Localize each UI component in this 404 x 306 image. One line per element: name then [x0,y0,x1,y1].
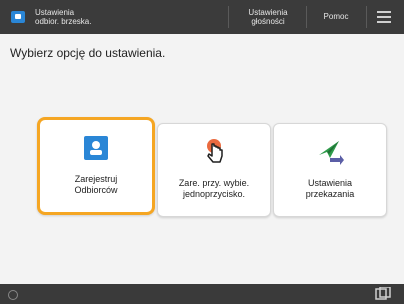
separator [306,6,307,28]
separator [228,6,229,28]
top-bar: Ustawienia odbior. brzeska. Ustawienia g… [0,0,404,34]
status-icon [8,290,18,300]
forwarding-settings-button[interactable]: Ustawienia przekazania [273,123,387,217]
bottom-bar [0,284,404,304]
separator [366,6,367,28]
register-recipients-button[interactable]: Zarejestruj Odbiorców [37,117,155,215]
touch-hand-icon [200,138,228,166]
screen: Ustawienia odbior. brzeska. Ustawienia g… [0,0,404,304]
instruction-text: Wybierz opcję do ustawienia. [10,46,166,60]
card-label: Ustawienia przekazania [305,178,355,199]
card-label: Zarejestruj Odbiorców [74,174,118,195]
main-content: Wybierz opcję do ustawienia. Zarejestruj… [0,34,404,284]
forward-send-icon [316,138,344,166]
app-title: Ustawienia odbior. brzeska. [35,8,92,26]
one-touch-speed-dial-button[interactable]: Zare. przy. wybie. jednoprzycisko. [157,123,271,217]
help-button[interactable]: Pomoc [312,12,360,21]
contact-card-icon [82,134,110,162]
copy-icon[interactable] [374,286,392,301]
app-icon [11,11,25,23]
menu-icon[interactable] [377,11,391,23]
card-label: Zare. przy. wybie. jednoprzycisko. [178,178,250,199]
volume-settings-button[interactable]: Ustawienia głośności [240,8,296,26]
